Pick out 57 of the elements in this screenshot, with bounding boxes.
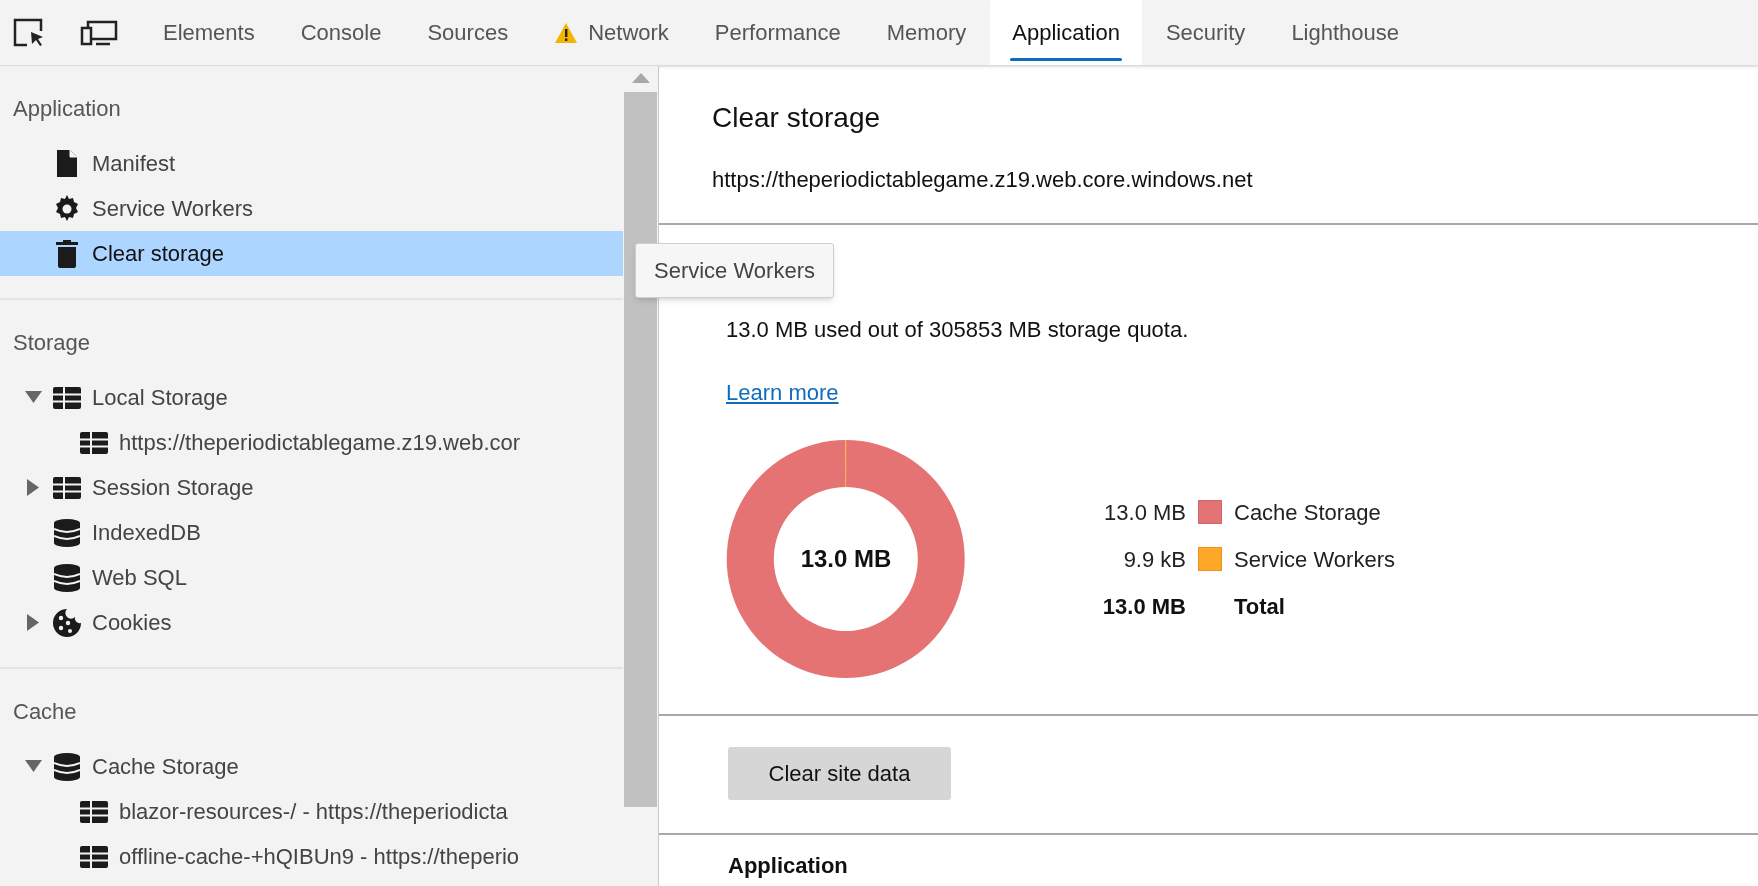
donut-center-label: 13.0 MB: [800, 545, 892, 572]
legend-value: 9.9 kB: [1122, 545, 1186, 573]
tree-item[interactable]: https://theperiodictablegame.z19.web.cor: [0, 420, 623, 465]
tree-item[interactable]: Web SQL: [0, 555, 623, 600]
legend-label: Cache Storage: [1234, 498, 1382, 526]
tree-item[interactable]: Clear storage: [0, 231, 623, 276]
tree-item[interactable]: Manifest: [0, 141, 623, 186]
tree-item[interactable]: Cookies: [0, 600, 623, 645]
usage-summary: 13.0 MB used out of 305853 MB storage quota.: [726, 316, 1190, 344]
expanded-arrow-icon: [25, 389, 42, 406]
table-icon: [53, 386, 81, 409]
tree-item[interactable]: offline-cache-+hQIBUn9 - https://theperio: [0, 834, 623, 879]
file-icon: [55, 149, 79, 178]
learn-more-link[interactable]: Learn more: [726, 378, 839, 408]
table-icon: [80, 431, 108, 454]
warning-icon: [554, 21, 579, 44]
collapsed-arrow-icon: [25, 614, 42, 631]
collapsed-arrow-icon: [25, 479, 42, 496]
page-title: Clear storage: [712, 101, 882, 135]
tab[interactable]: Application: [990, 0, 1142, 65]
tree-item[interactable]: Session Storage: [0, 465, 623, 510]
tab[interactable]: Performance: [692, 0, 863, 65]
gear-icon: [53, 194, 81, 223]
trash-icon: [55, 239, 79, 268]
tab[interactable]: Console: [278, 0, 404, 65]
cookie-icon: [53, 608, 81, 637]
tooltip: Service Workers: [635, 243, 834, 298]
legend-label: Total: [1234, 592, 1286, 620]
tab[interactable]: Security: [1143, 0, 1268, 65]
table-icon: [80, 845, 108, 868]
tree-item[interactable]: Service Workers: [0, 186, 623, 231]
tab[interactable]: Sources: [405, 0, 531, 65]
tab[interactable]: Lighthouse: [1269, 0, 1422, 65]
tree-item[interactable]: blazor-resources-/ - https://theperiodicta: [0, 789, 623, 834]
section-heading: Application: [12, 95, 122, 123]
device-icon[interactable]: [80, 19, 118, 46]
legend-value: 13.0 MB: [1103, 498, 1186, 526]
database-icon: [54, 563, 80, 592]
database-icon: [54, 752, 80, 781]
section-heading: Storage: [12, 329, 92, 357]
database-icon: [54, 518, 80, 547]
scrollbar-thumb[interactable]: [624, 92, 657, 807]
tree-item[interactable]: Local Storage: [0, 375, 623, 420]
tree-item[interactable]: IndexedDB: [0, 510, 623, 555]
section-heading: Cache: [12, 698, 78, 726]
origin-url: https://theperiodictablegame.z19.web.core.windows.net: [712, 166, 1254, 194]
tab[interactable]: Memory: [864, 0, 989, 65]
tree-item[interactable]: Cache Storage: [0, 744, 623, 789]
tab[interactable]: Network: [532, 0, 691, 65]
legend-label: Service Workers: [1234, 545, 1395, 573]
expanded-arrow-icon: [25, 758, 42, 775]
tab[interactable]: Elements: [141, 0, 277, 65]
table-icon: [80, 800, 108, 823]
legend-value: 13.0 MB: [1101, 592, 1186, 620]
section-heading: Application: [728, 853, 848, 878]
clear-site-data-button[interactable]: Clear site data: [728, 747, 951, 800]
table-icon: [53, 476, 81, 499]
